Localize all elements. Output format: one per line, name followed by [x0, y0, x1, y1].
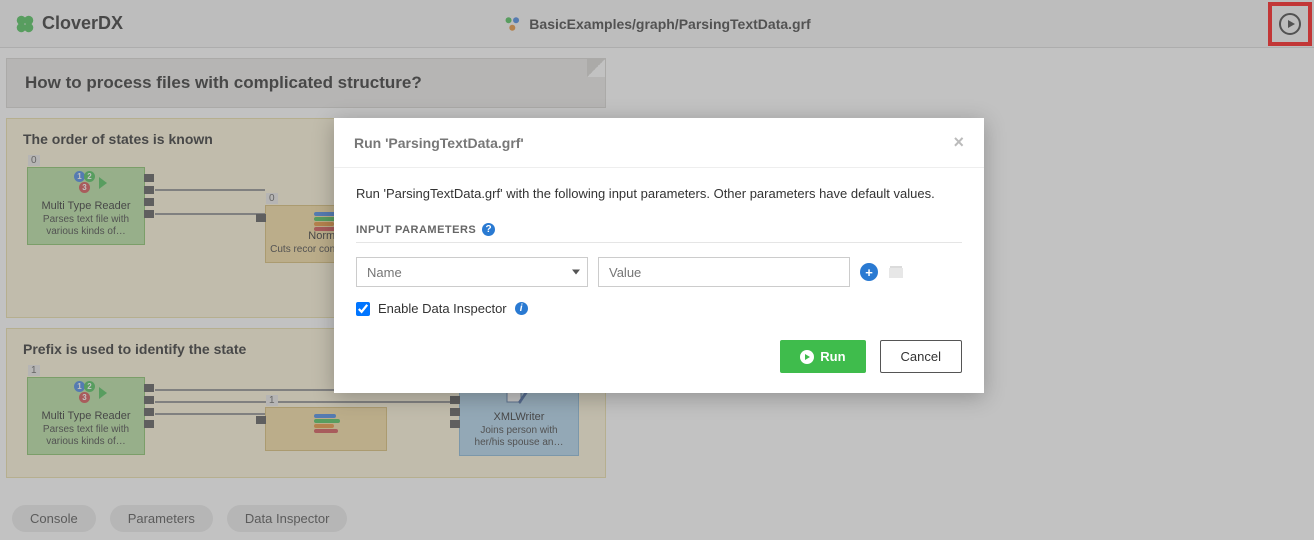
run-button[interactable]: Run — [780, 340, 865, 373]
param-name-field — [356, 257, 588, 287]
dialog-footer: Run Cancel — [334, 326, 984, 393]
run-label: Run — [820, 349, 845, 364]
dialog-header: Run 'ParsingTextData.grf' × — [334, 118, 984, 168]
dialog-message: Run 'ParsingTextData.grf' with the follo… — [356, 186, 962, 201]
play-icon — [800, 350, 814, 364]
run-dialog: Run 'ParsingTextData.grf' × Run 'Parsing… — [334, 118, 984, 393]
section-label-text: INPUT PARAMETERS — [356, 224, 476, 236]
add-parameter-button[interactable]: + — [860, 263, 878, 281]
enable-inspector-label: Enable Data Inspector — [378, 301, 507, 316]
param-value-input[interactable] — [598, 257, 850, 287]
input-parameters-label: INPUT PARAMETERS ? — [356, 223, 962, 243]
cancel-button[interactable]: Cancel — [880, 340, 962, 373]
info-icon[interactable]: i — [515, 302, 528, 315]
enable-inspector-row: Enable Data Inspector i — [356, 301, 962, 316]
dialog-title: Run 'ParsingTextData.grf' — [354, 135, 524, 151]
param-value-field — [598, 257, 850, 287]
close-icon[interactable]: × — [953, 132, 964, 153]
dialog-body: Run 'ParsingTextData.grf' with the follo… — [334, 168, 984, 326]
parameter-row: + — [356, 257, 962, 287]
file-browse-icon[interactable] — [888, 263, 906, 281]
param-name-input[interactable] — [356, 257, 588, 287]
help-icon[interactable]: ? — [482, 223, 495, 236]
enable-inspector-checkbox[interactable] — [356, 302, 370, 316]
